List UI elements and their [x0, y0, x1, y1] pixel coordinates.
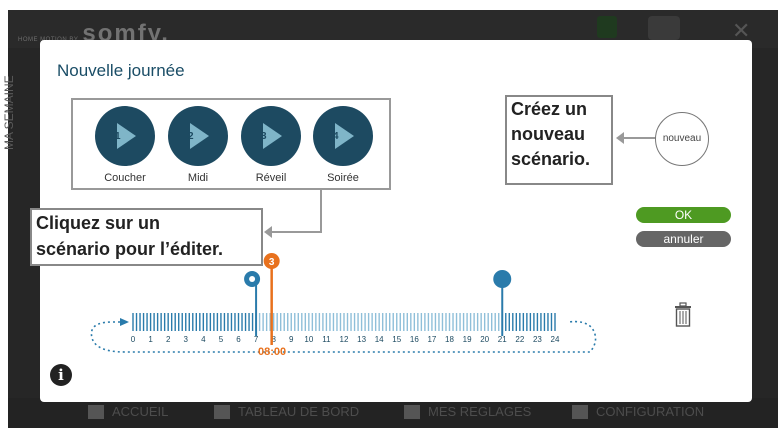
play-icon[interactable]: 3	[241, 106, 301, 166]
callout-connector	[320, 190, 322, 232]
callout-arrow	[616, 132, 658, 144]
play-icon[interactable]: 1	[95, 106, 155, 166]
dialog-title: Nouvelle journée	[57, 61, 185, 80]
timeline-app-icon	[597, 16, 617, 38]
app-right-panel	[752, 48, 778, 398]
cancel-button[interactable]: annuler	[636, 231, 731, 247]
trash-icon[interactable]	[673, 302, 693, 328]
scenario-3[interactable]: 3 Réveil	[241, 106, 301, 186]
gear-icon	[572, 404, 588, 419]
ok-button[interactable]: OK	[636, 207, 731, 223]
scenario-label: Réveil	[255, 172, 287, 184]
play-icon[interactable]: 2	[168, 106, 228, 166]
dashboard-icon	[214, 404, 230, 419]
scenario-1[interactable]: 1 Coucher	[95, 106, 155, 186]
callout-arrow	[264, 226, 322, 238]
nav-mes-reglages: MES REGLAGES	[404, 404, 531, 419]
home-icon	[648, 16, 680, 40]
home-icon	[88, 404, 104, 419]
scenario-label: Midi	[187, 172, 209, 184]
user-icon	[404, 404, 420, 419]
current-time-label: 08:00	[258, 346, 287, 358]
info-icon[interactable]: i	[50, 364, 72, 386]
screen: HOME MOTION BYsomfy. ✕ MA SEMAINE ACCUEI…	[0, 0, 784, 432]
scenario-4[interactable]: 4 Soirée	[313, 106, 373, 186]
create-scenario-callout: Créez un nouveau scénario.	[505, 95, 613, 185]
scenario-2[interactable]: 2 Midi	[168, 106, 228, 186]
nav-configuration: CONFIGURATION	[572, 404, 704, 419]
sidebar-week-label: MA SEMAINE	[2, 75, 16, 150]
nav-accueil: ACCUEIL	[88, 404, 168, 419]
edit-scenario-callout: Cliquez sur un scénario pour l’éditer.	[30, 208, 263, 266]
play-icon[interactable]: 4	[313, 106, 373, 166]
nav-tableau-de-bord: TABLEAU DE BORD	[214, 404, 359, 419]
scenario-label: Coucher	[104, 172, 146, 184]
scenario-label: Soirée	[327, 172, 359, 184]
new-scenario-button[interactable]: nouveau	[655, 112, 709, 166]
